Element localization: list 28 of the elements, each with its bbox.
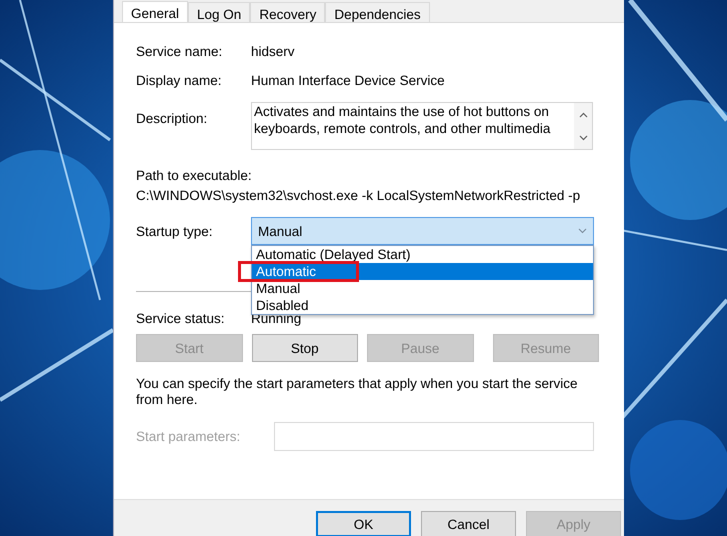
dropdown-option[interactable]: Disabled [252, 297, 593, 314]
startup-type-dropdown[interactable]: Manual [251, 217, 594, 245]
tab[interactable]: Dependencies [325, 2, 430, 22]
field-label: Service name: [136, 44, 224, 59]
dropdown-option[interactable]: Automatic [252, 263, 593, 280]
field-label: Service status: [136, 311, 226, 326]
dropdown-option[interactable]: Automatic (Delayed Start) [252, 246, 593, 263]
dropdown-option[interactable]: Manual [252, 280, 593, 297]
status-value: Running [251, 311, 302, 326]
tab[interactable]: General [122, 1, 188, 22]
dialog-button[interactable]: OK [316, 511, 411, 536]
note-text: You can specify the start parameters that apply when you start the service from here. [136, 376, 578, 408]
tab[interactable]: Recovery [250, 2, 326, 22]
field-label: Display name: [136, 73, 223, 88]
field-value: Human Interface Device Service [251, 73, 445, 88]
path-value: C:\WINDOWS\system32\svchost.exe -k LocalSystemNetworkRestricted -p [136, 188, 582, 203]
field-label: Path to executable: [136, 168, 253, 183]
scroll-down-icon[interactable] [578, 134, 588, 140]
field-label: Start parameters: [136, 429, 242, 444]
description-box[interactable]: Activates and maintains the use of hot buttons on keyboards, remote controls, and other multimedia [251, 102, 593, 150]
scroll-up-icon[interactable] [578, 112, 588, 118]
service-button[interactable]: Stop [252, 334, 358, 362]
field-label: Startup type: [136, 224, 214, 238]
field-label: Description: [136, 111, 208, 126]
chevron-down-icon [578, 228, 587, 234]
field-value: hidserv [251, 44, 295, 59]
tab[interactable]: Log On [188, 2, 250, 22]
dialog-button[interactable]: Cancel [421, 511, 516, 536]
